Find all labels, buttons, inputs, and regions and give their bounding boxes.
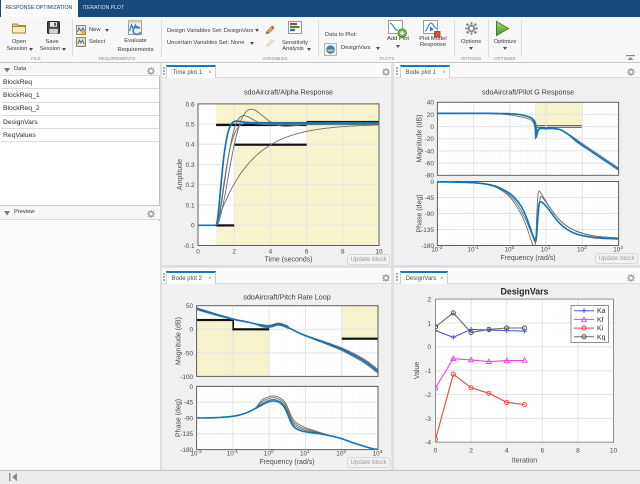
svg-text:6: 6	[540, 448, 544, 455]
svg-text:0: 0	[191, 223, 195, 230]
svg-text:-45: -45	[425, 195, 435, 202]
svg-text:102: 102	[577, 245, 587, 254]
svg-text:Magnitude (dB): Magnitude (dB)	[176, 317, 183, 365]
svg-text:100: 100	[505, 245, 515, 254]
svg-text:-90: -90	[184, 415, 194, 422]
svg-text:0: 0	[190, 384, 194, 391]
svg-text:Phase (deg): Phase (deg)	[176, 399, 183, 437]
svg-text:Iteration: Iteration	[512, 458, 537, 465]
svg-text:0: 0	[190, 327, 194, 334]
svg-text:101: 101	[541, 245, 551, 254]
svg-text:4: 4	[505, 448, 509, 455]
svg-text:-2: -2	[425, 392, 431, 399]
svg-text:0: 0	[430, 124, 434, 131]
svg-text:0: 0	[427, 344, 431, 351]
svg-text:0.3: 0.3	[186, 162, 195, 169]
svg-text:-1: -1	[425, 368, 431, 375]
svg-text:sdoAircraft/Alpha Response: sdoAircraft/Alpha Response	[244, 88, 333, 97]
svg-text:6: 6	[305, 249, 309, 256]
svg-text:0.2: 0.2	[186, 182, 195, 189]
svg-text:2: 2	[469, 448, 473, 455]
svg-text:Ka: Ka	[597, 308, 606, 315]
svg-text:-40: -40	[425, 148, 435, 155]
svg-text:Kf: Kf	[597, 317, 604, 324]
svg-text:sdoAircraft/Pitch Rate Loop: sdoAircraft/Pitch Rate Loop	[243, 293, 331, 302]
svg-text:8: 8	[341, 249, 345, 256]
svg-text:102: 102	[336, 449, 346, 458]
svg-text:-100: -100	[180, 374, 193, 381]
svg-text:10-1: 10-1	[227, 449, 239, 458]
svg-text:20: 20	[427, 112, 435, 119]
svg-text:0.1: 0.1	[186, 203, 195, 210]
svg-text:-60: -60	[425, 161, 435, 168]
svg-text:2: 2	[232, 249, 236, 256]
svg-text:DesignVars: DesignVars	[501, 287, 549, 297]
svg-text:0: 0	[196, 249, 200, 256]
svg-text:-90: -90	[425, 211, 435, 218]
svg-text:0: 0	[434, 448, 438, 455]
svg-text:2: 2	[427, 297, 431, 304]
svg-text:Kq: Kq	[597, 334, 606, 341]
svg-text:Time (seconds): Time (seconds)	[265, 257, 313, 264]
svg-text:Frequency (rad/s): Frequency (rad/s)	[500, 255, 555, 262]
svg-text:0.5: 0.5	[186, 122, 195, 129]
svg-text:10-1: 10-1	[467, 245, 479, 254]
svg-text:Value: Value	[414, 362, 421, 379]
svg-text:4: 4	[269, 249, 273, 256]
svg-text:-20: -20	[425, 136, 435, 143]
svg-text:10: 10	[610, 448, 618, 455]
svg-text:-45: -45	[184, 400, 194, 407]
svg-text:0.4: 0.4	[186, 142, 195, 149]
svg-text:10-2: 10-2	[431, 245, 443, 254]
svg-text:50: 50	[186, 303, 194, 310]
svg-text:Magnitude (dB): Magnitude (dB)	[417, 115, 424, 163]
svg-text:0.6: 0.6	[186, 101, 195, 108]
svg-text:Amplitude: Amplitude	[177, 159, 184, 190]
svg-text:sdoAircraft/Pilot G Response: sdoAircraft/Pilot G Response	[482, 88, 574, 97]
svg-text:Frequency (rad/s): Frequency (rad/s)	[259, 459, 314, 466]
svg-text:0: 0	[430, 179, 434, 186]
svg-text:1: 1	[427, 320, 431, 327]
svg-text:100: 100	[264, 449, 274, 458]
svg-text:8: 8	[576, 448, 580, 455]
svg-text:Ki: Ki	[597, 326, 604, 333]
svg-text:40: 40	[427, 100, 435, 107]
svg-text:-50: -50	[184, 350, 194, 357]
svg-text:-4: -4	[425, 440, 431, 447]
svg-text:Phase (deg): Phase (deg)	[417, 194, 424, 232]
svg-text:10-2: 10-2	[190, 449, 202, 458]
svg-text:-3: -3	[425, 416, 431, 423]
svg-text:101: 101	[300, 449, 310, 458]
svg-text:-0.1: -0.1	[183, 243, 194, 250]
